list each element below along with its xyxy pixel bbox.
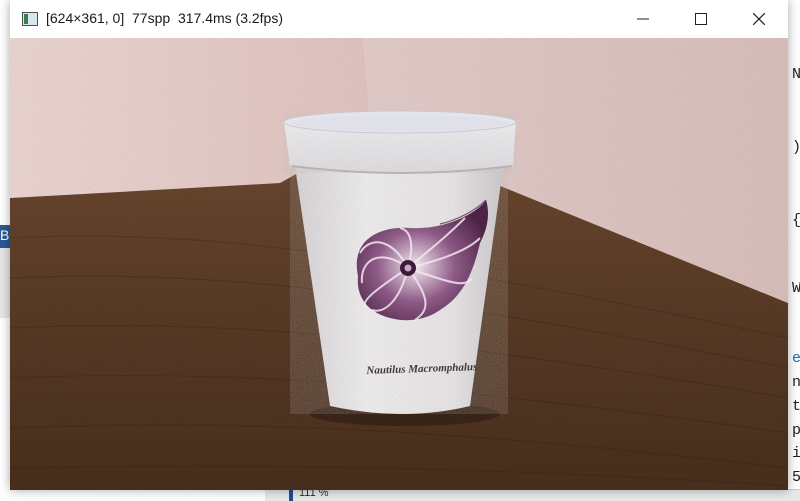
editor-char: n <box>792 374 800 391</box>
editor-char: W <box>792 280 800 297</box>
editor-statusbar: 111 % <box>265 487 800 501</box>
render-viewport[interactable]: Nautilus Macromphalus <box>10 38 788 490</box>
editor-char: { <box>792 212 800 229</box>
editor-char: N <box>792 66 800 83</box>
editor-char: e <box>792 350 800 367</box>
minimize-icon <box>637 18 649 20</box>
close-button[interactable] <box>730 0 788 38</box>
editor-char: p <box>792 422 800 439</box>
editor-text-column: N ) { W e n t p i 5 <box>786 0 800 500</box>
editor-char: i <box>792 445 800 462</box>
window-titlebar[interactable]: [624×361, 0] 77spp 317.4ms (3.2fps) <box>10 0 788 38</box>
minimize-button[interactable] <box>614 0 672 38</box>
window-title: [624×361, 0] 77spp 317.4ms (3.2fps) <box>46 10 283 26</box>
editor-char: 5 <box>792 469 800 486</box>
left-tab-label: B <box>0 227 10 243</box>
statusbar-indicator <box>289 490 293 501</box>
maximize-icon <box>695 13 707 25</box>
rendered-scene: Nautilus Macromphalus <box>10 38 788 490</box>
editor-char: ) <box>792 139 800 156</box>
close-icon <box>753 13 765 25</box>
maximize-button[interactable] <box>672 0 730 38</box>
render-window: [624×361, 0] 77spp 317.4ms (3.2fps) Naut… <box>10 0 788 490</box>
editor-char: t <box>792 398 800 415</box>
render-window-icon <box>22 12 38 26</box>
